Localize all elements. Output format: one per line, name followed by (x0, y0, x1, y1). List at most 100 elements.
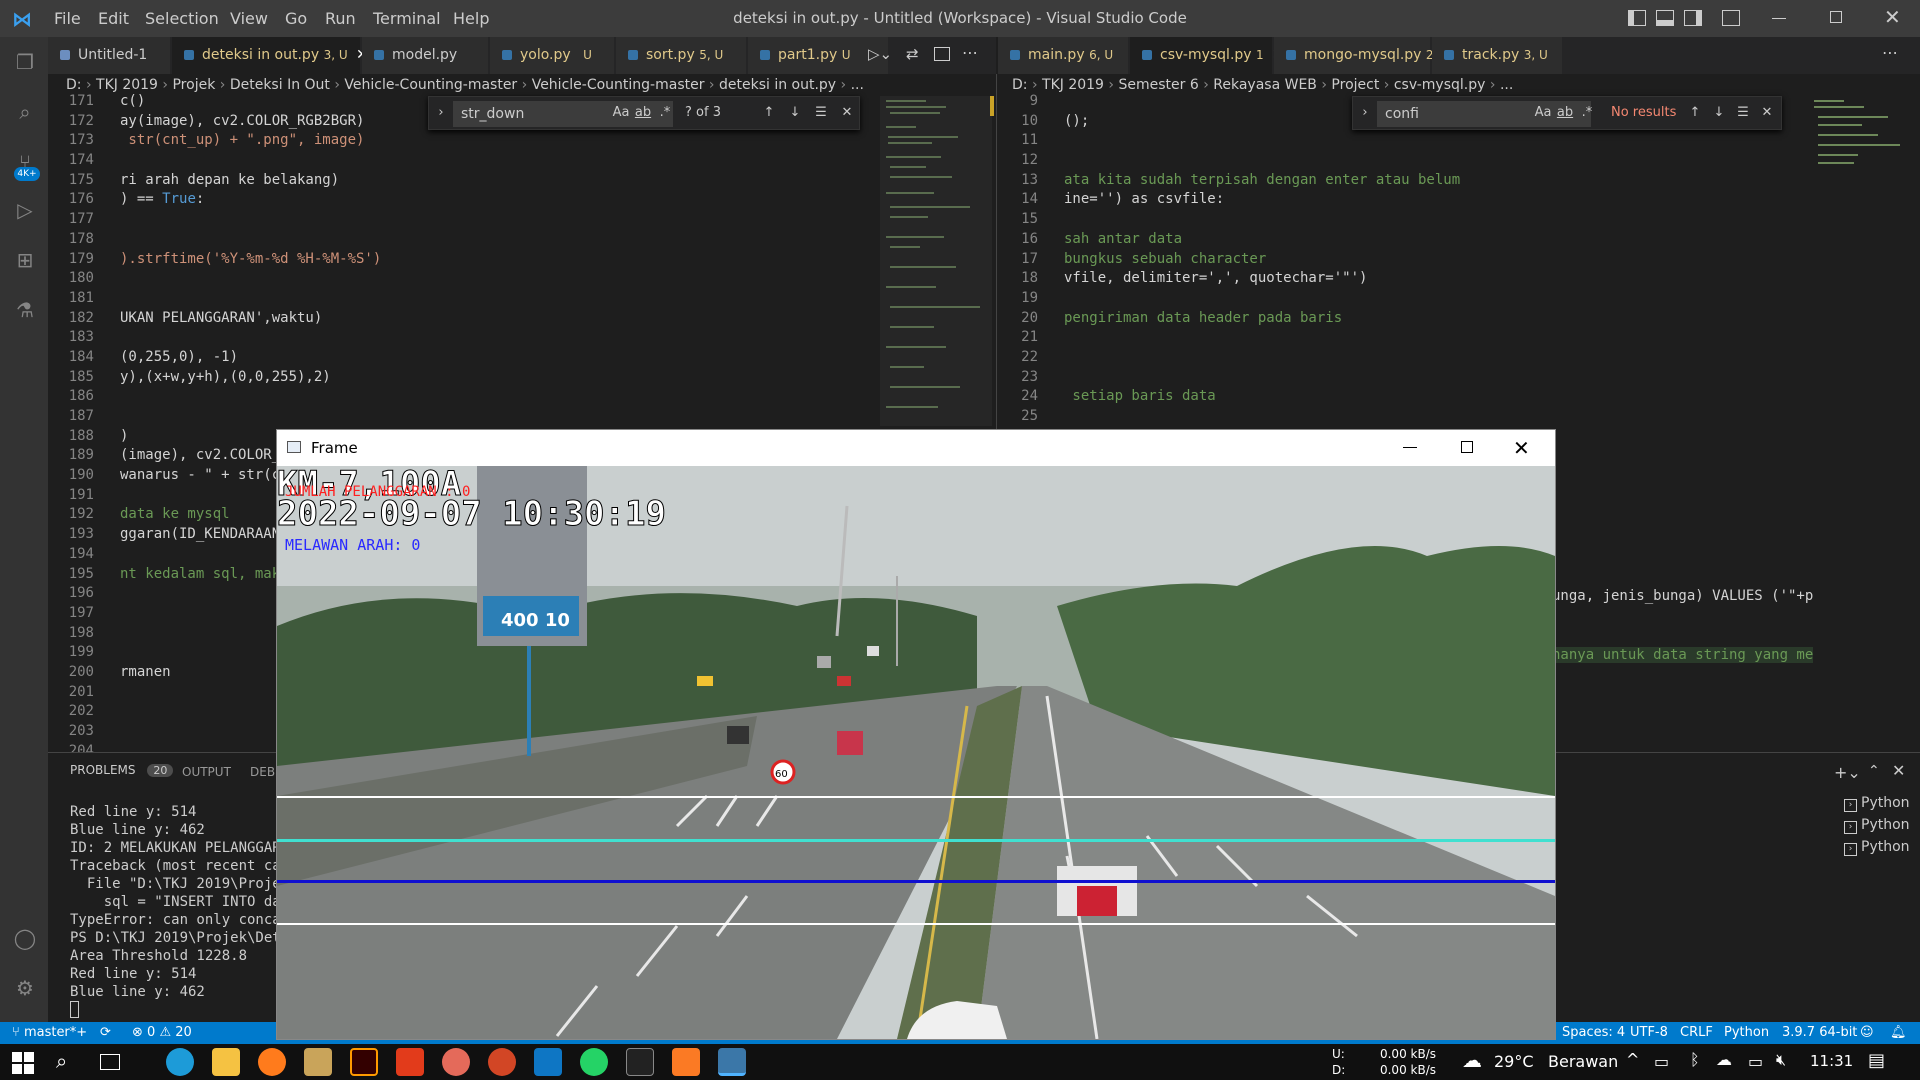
code-line[interactable] (1064, 328, 1804, 348)
code-line[interactable]: y),(x+w,y+h),(0,0,255),2) (120, 368, 880, 388)
code-line[interactable]: ri arah depan ke belakang) (120, 171, 880, 191)
breadcrumb-item[interactable]: Semester 6 (1118, 77, 1198, 93)
new-terminal-icon[interactable]: +⌄ (1834, 763, 1861, 782)
tab-main[interactable]: main.py 6, U (998, 37, 1128, 74)
match-case-icon[interactable]: Aa (611, 103, 631, 123)
terminal-icon[interactable] (626, 1048, 654, 1076)
explorer-icon[interactable]: ❐ (12, 49, 38, 75)
close-find-icon[interactable]: ✕ (1757, 103, 1777, 123)
search-icon[interactable]: ⌕ (56, 1049, 67, 1073)
breadcrumb-item[interactable]: Rekayasa WEB (1213, 77, 1317, 93)
breadcrumb-item[interactable]: csv-mysql.py (1394, 77, 1486, 93)
restore-icon[interactable] (1830, 11, 1842, 23)
code-line[interactable]: bungkus sebuah character (1064, 250, 1804, 270)
previous-match-icon[interactable]: ↑ (1685, 103, 1705, 123)
previous-match-icon[interactable]: ↑ (759, 103, 779, 123)
menu-file[interactable]: File (54, 0, 81, 37)
account-icon[interactable]: ◯ (12, 925, 38, 951)
breadcrumb-item[interactable]: deteksi in out.py (719, 77, 836, 93)
maximize-panel-icon[interactable]: ⌃ (1868, 763, 1880, 779)
tab-csv-mysql[interactable]: csv-mysql.py 1 ✕ (1130, 37, 1284, 74)
settings-gear-icon[interactable]: ⚙ (12, 975, 38, 1001)
feedback-icon[interactable]: ☺ (1860, 1022, 1874, 1044)
compare-changes-icon[interactable]: ⇄ (906, 45, 919, 63)
xampp-icon[interactable] (672, 1048, 700, 1076)
code-line[interactable]: ) == True: (120, 190, 880, 210)
layout-secondary-icon[interactable] (1684, 10, 1702, 26)
code-line[interactable] (1064, 131, 1804, 151)
breadcrumb-item[interactable]: TKJ 2019 (96, 77, 158, 93)
task-view-icon[interactable] (100, 1054, 120, 1070)
code-line[interactable]: UKAN PELANGGARAN',waktu) (120, 309, 880, 329)
language-status[interactable]: Python (1724, 1022, 1769, 1044)
code-line[interactable]: ).strftime('%Y-%m-%d %H-%M-%S') (120, 250, 880, 270)
code-line[interactable] (120, 387, 880, 407)
layout-sidebar-icon[interactable] (1628, 10, 1646, 26)
tab-untitled-1[interactable]: Untitled-1 (48, 37, 170, 74)
code-line[interactable] (1064, 151, 1804, 171)
close-panel-icon[interactable]: ✕ (1892, 761, 1905, 780)
breadcrumb-item[interactable]: Vehicle-Counting-master (532, 77, 705, 93)
testing-icon[interactable]: ⚗ (12, 297, 38, 323)
toggle-replace-icon[interactable]: › (431, 103, 451, 123)
code-line[interactable]: (0,255,0), -1) (120, 348, 880, 368)
breadcrumb-item[interactable]: D: (66, 77, 82, 93)
encoding-status[interactable]: UTF-8 (1630, 1022, 1668, 1044)
code-line[interactable]: setiap baris data (1064, 387, 1804, 407)
more-actions-icon[interactable]: ⋯ (1882, 43, 1898, 62)
find-in-selection-icon[interactable]: ☰ (811, 103, 831, 123)
customize-layout-icon[interactable] (1722, 10, 1740, 26)
breadcrumb-item[interactable]: Vehicle-Counting-master (344, 77, 517, 93)
next-match-icon[interactable]: ↓ (1709, 103, 1729, 123)
indentation-status[interactable]: Spaces: 4 (1562, 1022, 1625, 1044)
code-line[interactable] (1064, 368, 1804, 388)
breadcrumb-item[interactable]: ... (851, 77, 864, 93)
terminal-list-item[interactable]: › Python (1844, 795, 1910, 812)
run-python-icon[interactable]: ▷⌄ (868, 45, 892, 63)
more-actions-icon[interactable]: ⋯ (962, 43, 978, 62)
frame-close-icon[interactable]: ✕ (1513, 430, 1530, 466)
code-line[interactable]: vfile, delimiter=',', quotechar='"') (1064, 269, 1804, 289)
code-line[interactable]: sah antar data (1064, 230, 1804, 250)
breadcrumb-item[interactable]: Projek (172, 77, 215, 93)
breadcrumb-item[interactable]: TKJ 2019 (1042, 77, 1104, 93)
display-icon[interactable]: ▭ (1654, 1052, 1669, 1071)
start-icon[interactable] (12, 1052, 34, 1074)
vscode-taskbar-icon[interactable] (534, 1048, 562, 1076)
breadcrumb-item[interactable]: Deteksi In Out (230, 77, 330, 93)
code-line[interactable] (1064, 210, 1804, 230)
tab-part1[interactable]: part1.py U (748, 37, 888, 74)
toggle-replace-icon[interactable]: › (1355, 103, 1375, 123)
regex-icon[interactable]: .* (1577, 103, 1597, 123)
split-editor-icon[interactable] (934, 47, 950, 61)
left-minimap[interactable] (880, 96, 992, 426)
vscode-logo-icon[interactable]: ⋈ (12, 8, 34, 30)
illustrator-icon[interactable] (350, 1048, 378, 1076)
powerpoint-icon[interactable] (488, 1048, 516, 1076)
edge-icon[interactable] (166, 1048, 194, 1076)
right-code-tail-2[interactable]: hanya untuk data string yang me (1552, 647, 1814, 663)
close-find-icon[interactable]: ✕ (837, 103, 857, 123)
tab-deteksi-in-out[interactable]: deteksi in out.py 3, U ✕ (172, 37, 368, 74)
show-hidden-icons-icon[interactable]: ^ (1626, 1050, 1639, 1069)
breadcrumb-item[interactable]: D: (1012, 77, 1028, 93)
clock[interactable]: 11:31 (1810, 1052, 1853, 1070)
minimize-icon[interactable] (1772, 18, 1786, 19)
terminal-output[interactable]: Red line y: 514 Blue line y: 462 ID: 2 MEL… (70, 803, 290, 1019)
search-icon[interactable]: ⌕ (12, 99, 38, 125)
tab-mongo-mysql[interactable]: mongo-mysql.py 2 (1274, 37, 1434, 74)
interpreter-status[interactable]: 3.9.7 64-bit (1782, 1022, 1857, 1044)
panel-tab-output[interactable]: OUTPUT (182, 765, 231, 779)
menu-run[interactable]: Run (325, 0, 356, 37)
weather-temp[interactable]: 29°C (1494, 1052, 1534, 1071)
menu-terminal[interactable]: Terminal (373, 0, 441, 37)
code-line[interactable] (120, 407, 880, 427)
whatsapp-icon[interactable] (580, 1048, 608, 1076)
eol-status[interactable]: CRLF (1680, 1022, 1713, 1044)
firefox-icon[interactable] (258, 1048, 286, 1076)
code-line[interactable] (120, 289, 880, 309)
tab-track[interactable]: track.py 3, U (1432, 37, 1562, 74)
tab-model[interactable]: model.py (362, 37, 488, 74)
tab-yolo[interactable]: yolo.py U (490, 37, 614, 74)
office-icon[interactable] (396, 1048, 424, 1076)
